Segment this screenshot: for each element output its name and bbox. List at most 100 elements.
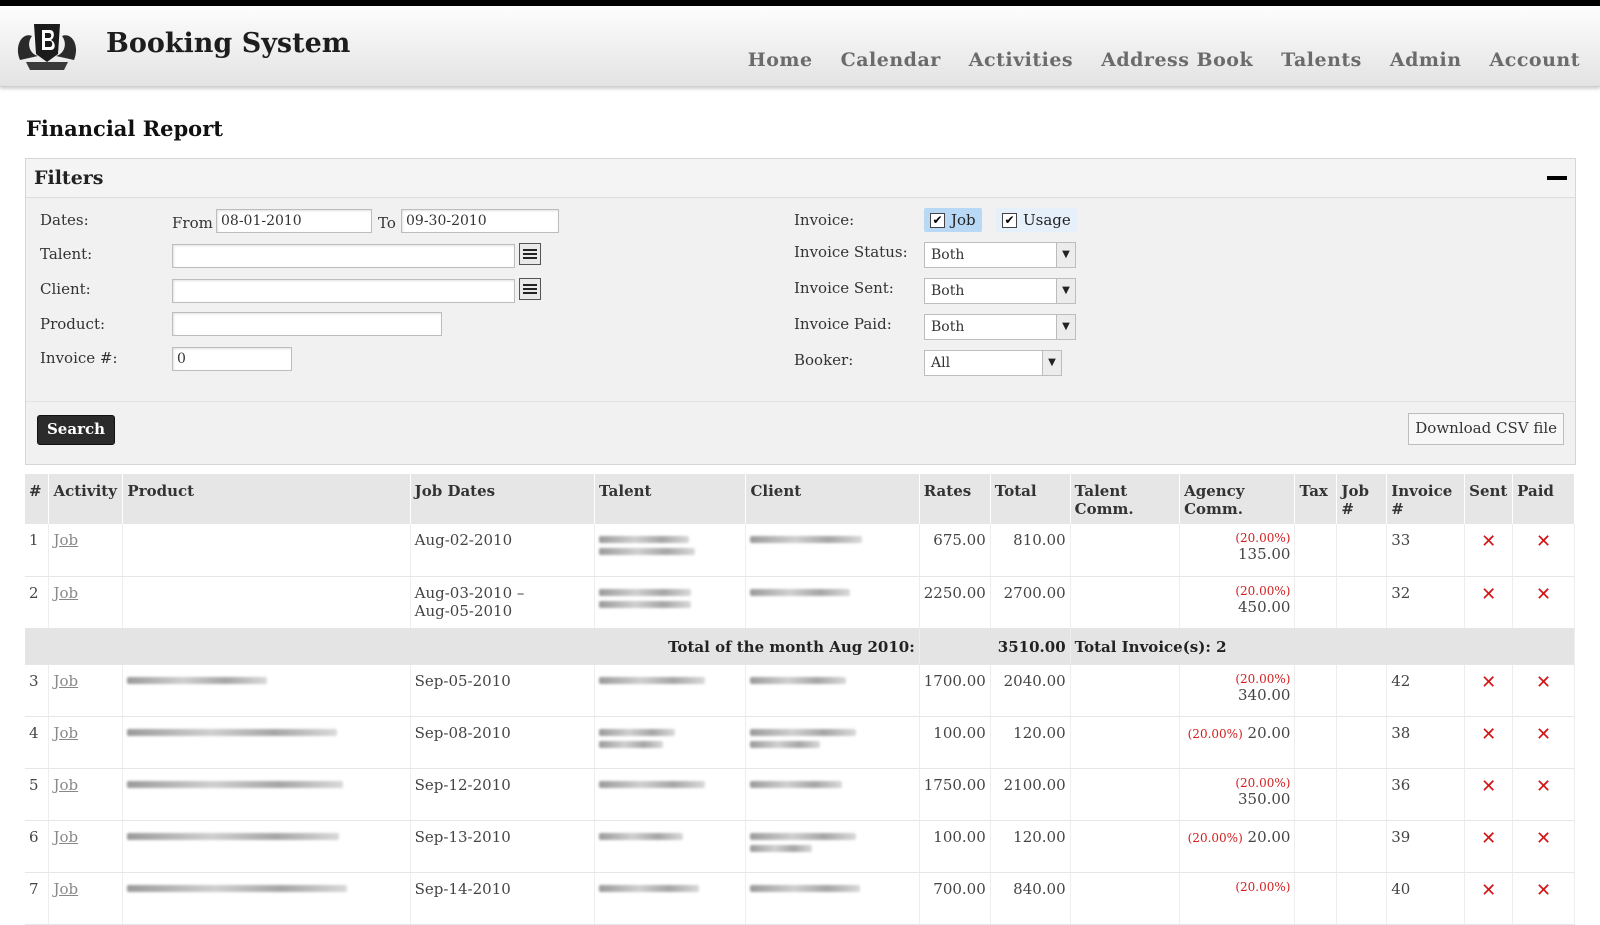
tax-cell — [1294, 664, 1338, 717]
row-number: 7 — [25, 872, 50, 925]
talent-comm-cell — [1070, 820, 1181, 873]
usage-checkbox[interactable]: ✔ Usage — [996, 208, 1077, 232]
sent-x-icon[interactable]: ✕ — [1481, 828, 1496, 849]
booker-select[interactable]: All ▼ — [924, 350, 1062, 376]
col-header-client[interactable]: Client — [745, 474, 920, 524]
col-header-invoice-number[interactable]: Invoice # — [1386, 474, 1466, 524]
talent-list-icon[interactable] — [519, 243, 541, 265]
product-input[interactable] — [172, 312, 442, 336]
paid-x-icon[interactable]: ✕ — [1536, 880, 1551, 901]
agency-comm-amount: 350.00 — [1237, 789, 1291, 808]
tax-cell — [1294, 716, 1338, 769]
job-number-cell — [1336, 664, 1388, 717]
invoice-number-cell: 36 — [1386, 768, 1466, 821]
col-header-product[interactable]: Product — [122, 474, 411, 524]
month-total-invoices: Total Invoice(s): 2 — [1070, 628, 1576, 665]
date-from-input[interactable] — [216, 209, 372, 233]
col-header-activity[interactable]: Activity — [48, 474, 124, 524]
product-cell — [122, 576, 411, 629]
activity-link[interactable]: Job — [53, 776, 78, 794]
page-title: Financial Report — [26, 116, 223, 141]
product-redacted — [122, 872, 411, 925]
client-redacted — [745, 716, 920, 769]
activity-link[interactable]: Job — [53, 880, 78, 898]
col-header-sent[interactable]: Sent — [1464, 474, 1514, 524]
client-list-icon[interactable] — [519, 278, 541, 300]
nav-admin[interactable]: Admin — [1390, 49, 1462, 71]
paid-x-icon[interactable]: ✕ — [1536, 531, 1551, 552]
activity-link[interactable]: Job — [53, 828, 78, 846]
invoice-number-input[interactable] — [172, 347, 292, 371]
rates-cell: 1750.00 — [919, 768, 991, 821]
nav-account[interactable]: Account — [1490, 49, 1580, 71]
agency-comm-amount: 20.00 — [1247, 723, 1291, 742]
talent-input[interactable] — [172, 244, 515, 268]
download-csv-button[interactable]: Download CSV file — [1408, 413, 1564, 445]
paid-x-icon[interactable]: ✕ — [1536, 776, 1551, 797]
filters-header: Filters — [26, 159, 1575, 198]
date-to-input[interactable] — [401, 209, 559, 233]
col-header-job-dates[interactable]: Job Dates — [410, 474, 595, 524]
total-cell: 2100.00 — [990, 768, 1071, 821]
paid-x-icon[interactable]: ✕ — [1536, 828, 1551, 849]
dates-label: Dates: — [40, 211, 89, 229]
financial-report-table: # Activity Product Job Dates Talent Clie… — [25, 474, 1576, 925]
nav-home[interactable]: Home — [748, 49, 813, 71]
row-number: 3 — [25, 664, 50, 717]
usage-check-icon: ✔ — [1002, 212, 1017, 228]
col-header-paid[interactable]: Paid — [1512, 474, 1575, 524]
row-number: 5 — [25, 768, 50, 821]
total-cell: 120.00 — [990, 820, 1071, 873]
paid-x-icon[interactable]: ✕ — [1536, 724, 1551, 745]
row-number: 4 — [25, 716, 50, 769]
col-header-total[interactable]: Total — [990, 474, 1071, 524]
col-header-agency-comm[interactable]: Agency Comm. — [1179, 474, 1296, 524]
talent-comm-cell — [1070, 768, 1181, 821]
search-button[interactable]: Search — [37, 415, 115, 445]
sent-x-icon[interactable]: ✕ — [1481, 584, 1496, 605]
activity-link[interactable]: Job — [53, 584, 78, 602]
chevron-down-icon: ▼ — [1056, 243, 1075, 267]
nav-activities[interactable]: Activities — [969, 49, 1073, 71]
invoice-status-select[interactable]: Both ▼ — [924, 242, 1076, 268]
col-header-talent-comm[interactable]: Talent Comm. — [1070, 474, 1181, 524]
col-header-tax[interactable]: Tax — [1294, 474, 1338, 524]
chevron-down-icon: ▼ — [1056, 315, 1075, 339]
sent-x-icon[interactable]: ✕ — [1481, 880, 1496, 901]
activity-link[interactable]: Job — [53, 672, 78, 690]
invoice-sent-select[interactable]: Both ▼ — [924, 278, 1076, 304]
sent-x-icon[interactable]: ✕ — [1481, 724, 1496, 745]
client-redacted — [745, 768, 920, 821]
col-header-job-number[interactable]: Job # — [1336, 474, 1388, 524]
sent-x-icon[interactable]: ✕ — [1481, 531, 1496, 552]
job-dates: Sep-13-2010 — [410, 820, 595, 873]
nav-address-book[interactable]: Address Book — [1101, 49, 1253, 71]
job-checkbox[interactable]: ✔ Job — [924, 208, 982, 232]
activity-link[interactable]: Job — [53, 724, 78, 742]
paid-x-icon[interactable]: ✕ — [1536, 584, 1551, 605]
agency-comm-percent: (20.00%) — [1235, 583, 1291, 598]
tax-cell — [1294, 576, 1338, 629]
collapse-icon[interactable] — [1547, 176, 1567, 180]
col-header-talent[interactable]: Talent — [594, 474, 747, 524]
job-number-cell — [1336, 820, 1388, 873]
client-input[interactable] — [172, 279, 515, 303]
talent-label: Talent: — [40, 245, 93, 263]
invoice-paid-select[interactable]: Both ▼ — [924, 314, 1076, 340]
sent-x-icon[interactable]: ✕ — [1481, 672, 1496, 693]
paid-x-icon[interactable]: ✕ — [1536, 672, 1551, 693]
row-number: 6 — [25, 820, 50, 873]
usage-checkbox-label: Usage — [1023, 211, 1071, 229]
table-row: 1 Job Aug-02-2010 675.00 810.00 (20.00%)… — [25, 524, 1575, 577]
talent-comm-cell — [1070, 576, 1181, 629]
nav-calendar[interactable]: Calendar — [841, 49, 941, 71]
main-nav: Home Calendar Activities Address Book Ta… — [748, 49, 1580, 71]
invoice-number-cell: 33 — [1386, 524, 1466, 577]
nav-talents[interactable]: Talents — [1281, 49, 1362, 71]
sent-x-icon[interactable]: ✕ — [1481, 776, 1496, 797]
rates-cell: 100.00 — [919, 716, 991, 769]
filters-heading: Filters — [34, 167, 104, 189]
activity-link[interactable]: Job — [53, 531, 78, 549]
col-header-rates[interactable]: Rates — [919, 474, 991, 524]
product-cell — [122, 524, 411, 577]
